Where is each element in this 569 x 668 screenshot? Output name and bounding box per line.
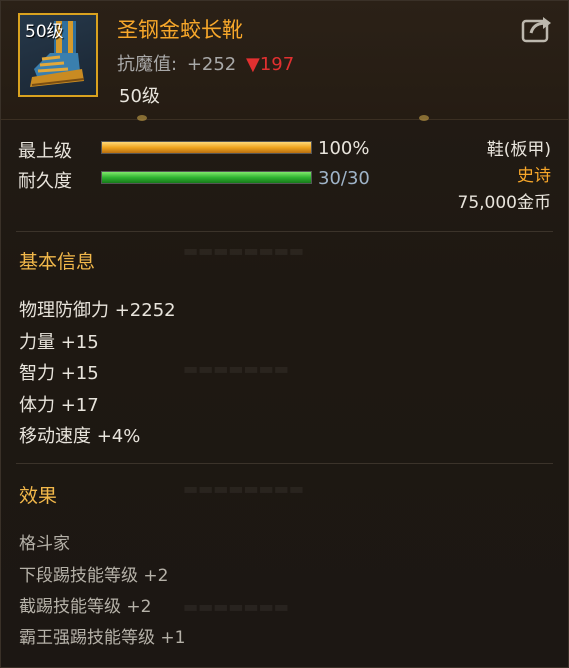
grade-value: 100%	[318, 138, 370, 159]
grade-label: 最上级	[18, 141, 72, 162]
down-arrow-icon: ▼	[246, 54, 260, 75]
attribute-line: 力量 +15	[19, 332, 99, 353]
attribute-line: 物理防御力 +2252	[19, 300, 176, 321]
icon-level-label: 50级	[25, 22, 64, 42]
header-ornament-left	[137, 115, 147, 121]
background-ghost: ▬▬▬▬▬▬▬	[183, 359, 289, 378]
effect-line: 霸王强踢技能等级 +1	[19, 628, 186, 648]
grade-bar	[101, 141, 312, 154]
attribute-line: 体力 +17	[19, 395, 99, 416]
item-type: 鞋(板甲)	[486, 140, 551, 160]
durability-value: 30/30	[318, 168, 370, 189]
effect-line: 格斗家	[19, 534, 70, 554]
item-icon-frame[interactable]: 50级	[18, 13, 98, 97]
effects-title: 效果	[19, 485, 58, 507]
durability-bar	[101, 171, 312, 184]
stat-value: +252	[186, 54, 237, 75]
header-ornament-right	[419, 115, 429, 121]
magic-resist-stat: 抗魔值: +252 ▼197	[117, 50, 294, 76]
basic-info-title: 基本信息	[19, 251, 96, 273]
share-icon	[521, 17, 551, 43]
level-requirement: 50级	[119, 86, 160, 107]
divider-1	[16, 231, 553, 232]
share-button[interactable]	[521, 15, 553, 43]
stat-diff: 197	[259, 54, 295, 75]
item-rarity: 史诗	[517, 166, 551, 186]
item-name: 圣钢金蛟长靴	[117, 18, 243, 42]
item-tooltip: 50级 圣钢金蛟长靴 抗魔值: +252 ▼197 50级 最上级 100% 耐…	[0, 0, 569, 668]
grade-bar-fill	[102, 142, 311, 153]
attribute-line: 智力 +15	[19, 363, 99, 384]
background-ghost: ▬▬▬▬▬▬▬	[183, 597, 289, 616]
stat-label: 抗魔值:	[117, 54, 178, 75]
effect-line: 截踢技能等级 +2	[19, 597, 152, 617]
durability-label: 耐久度	[18, 171, 72, 192]
durability-bar-fill	[102, 172, 311, 183]
attribute-line: 移动速度 +4%	[19, 426, 141, 447]
background-ghost: ▬▬▬▬▬▬▬▬	[183, 241, 304, 260]
divider-2	[16, 463, 553, 464]
effect-line: 下段踢技能等级 +2	[19, 566, 169, 586]
background-ghost: ▬▬▬▬▬▬▬▬	[183, 479, 304, 498]
item-price: 75,000金币	[457, 193, 551, 213]
